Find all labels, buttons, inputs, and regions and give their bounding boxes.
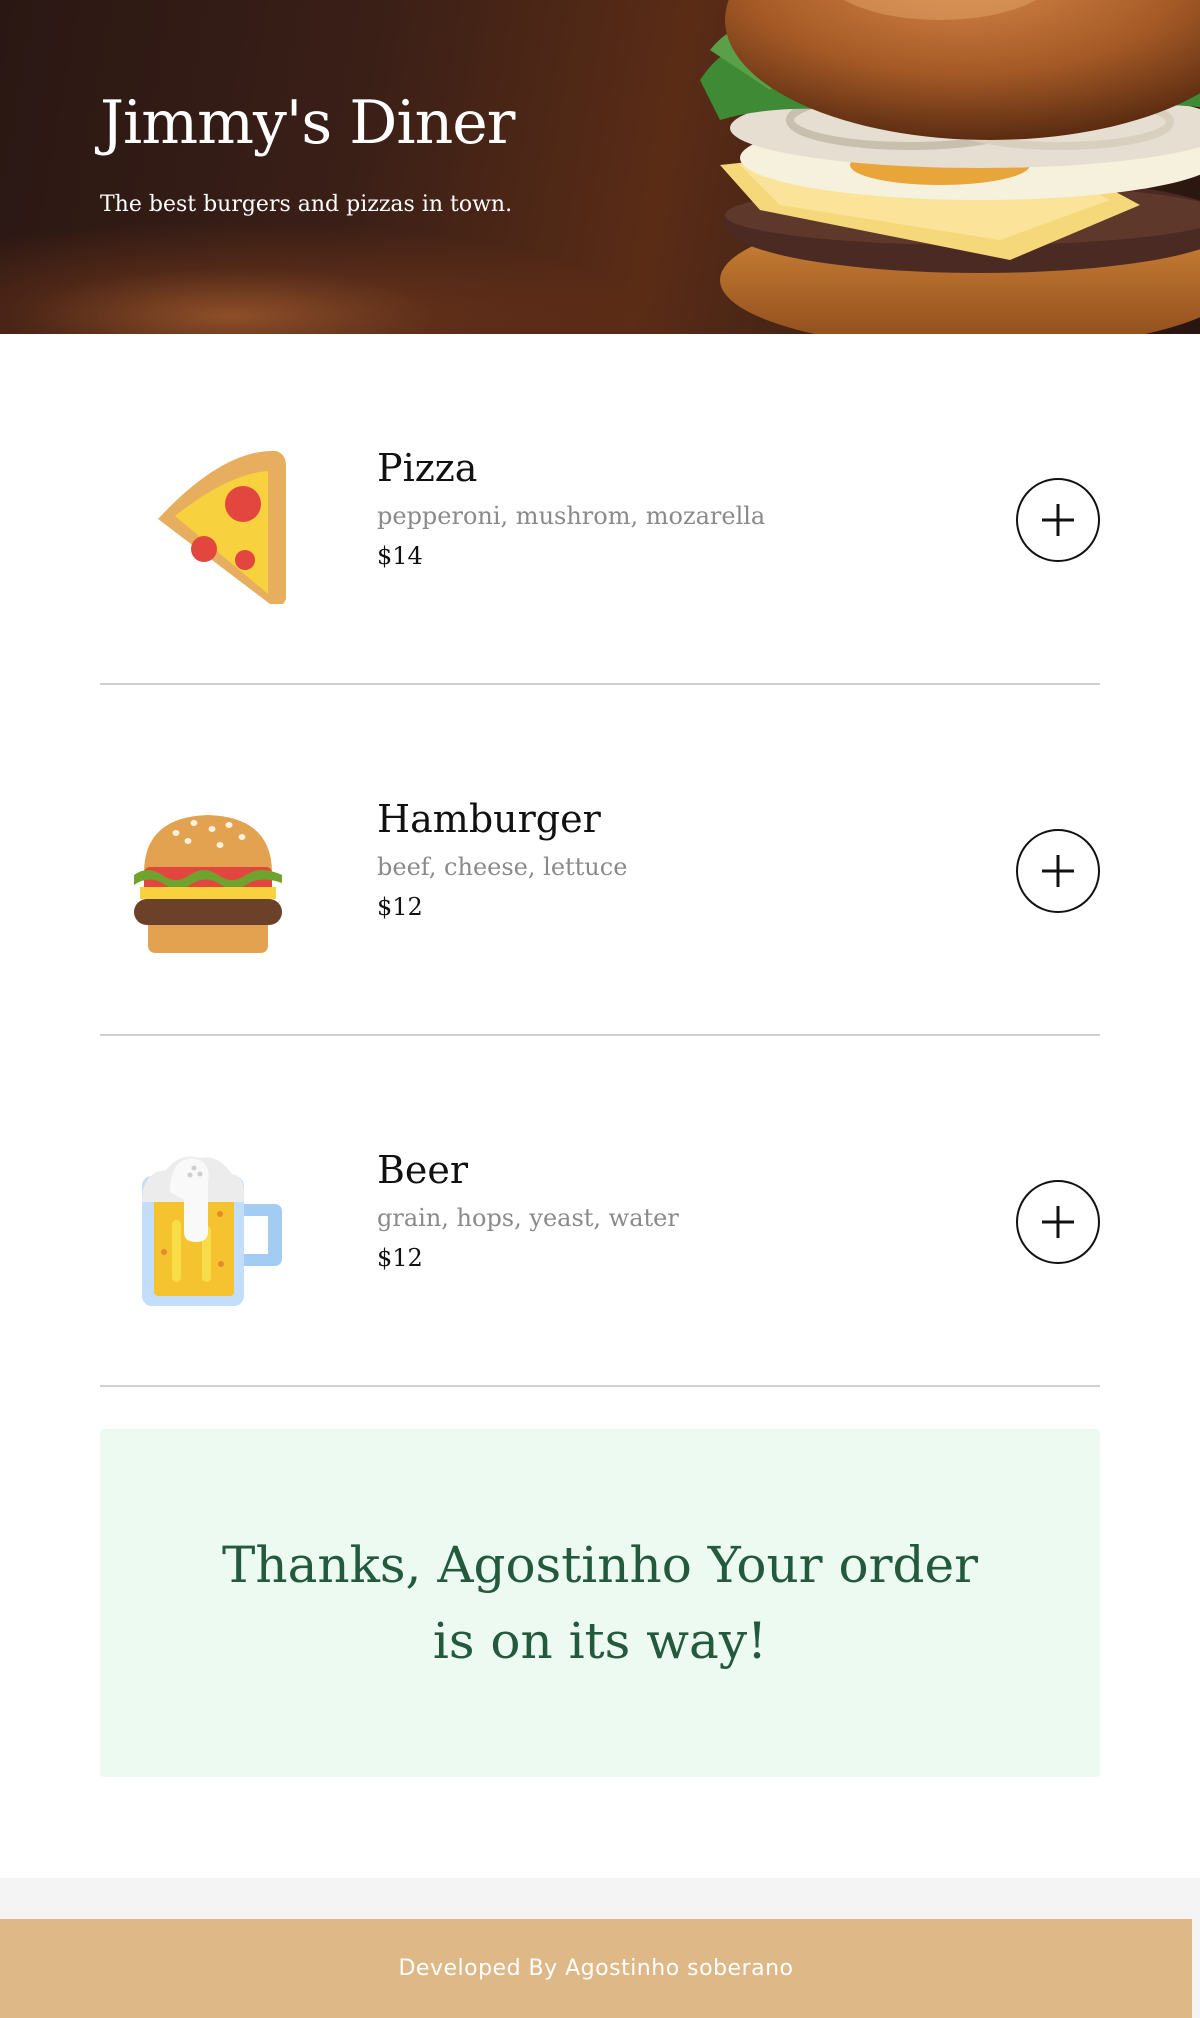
beer-mug-icon	[142, 1156, 282, 1306]
menu-item-ingredients: beef, cheese, lettuce	[377, 853, 628, 881]
hero-background	[0, 220, 650, 334]
footer-credit: Developed By Agostinho soberano	[398, 1956, 794, 1981]
restaurant-tagline: The best burgers and pizzas in town.	[100, 192, 513, 217]
pizza-slice-icon	[158, 450, 286, 604]
add-beer-button[interactable]	[1016, 1180, 1100, 1264]
restaurant-title: Jimmy's Diner	[100, 88, 515, 158]
menu-item-name: Pizza	[377, 446, 478, 490]
menu-item-details: Hamburger beef, cheese, lettuce $12	[377, 797, 627, 921]
order-confirmation-message: Thanks, Agostinho Your order is on its w…	[100, 1429, 1100, 1777]
menu-item-name: Beer	[377, 1148, 469, 1192]
hero-header: Jimmy's Diner The best burgers and pizza…	[0, 0, 1200, 334]
menu-list: Pizza pepperoni, mushrom, mozarella $14	[100, 334, 1100, 1387]
add-hamburger-button[interactable]	[1016, 829, 1100, 913]
menu-item-price: $14	[377, 542, 423, 570]
menu-item-price: $12	[377, 1244, 423, 1272]
menu-item-hamburger: Hamburger beef, cheese, lettuce $12	[100, 685, 1100, 1036]
order-confirmation-text: Thanks, Agostinho Your order is on its w…	[222, 1536, 978, 1670]
menu-item-beer: Beer grain, hops, yeast, water $12	[100, 1036, 1100, 1387]
menu-item-pizza: Pizza pepperoni, mushrom, mozarella $14	[100, 334, 1100, 685]
add-pizza-button[interactable]	[1016, 478, 1100, 562]
menu-item-details: Beer grain, hops, yeast, water $12	[377, 1148, 679, 1272]
plus-icon	[1042, 1206, 1074, 1238]
menu-item-details: Pizza pepperoni, mushrom, mozarella $14	[377, 446, 765, 570]
menu-item-ingredients: pepperoni, mushrom, mozarella	[377, 502, 766, 530]
menu-item-ingredients: grain, hops, yeast, water	[377, 1204, 679, 1232]
hamburger-icon	[134, 815, 282, 953]
menu-item-price: $12	[377, 893, 423, 921]
plus-icon	[1042, 504, 1074, 536]
page-footer: Developed By Agostinho soberano	[0, 1919, 1192, 2018]
plus-icon	[1042, 855, 1074, 887]
hero-burger-image	[700, 0, 1200, 334]
menu-item-name: Hamburger	[377, 797, 601, 841]
